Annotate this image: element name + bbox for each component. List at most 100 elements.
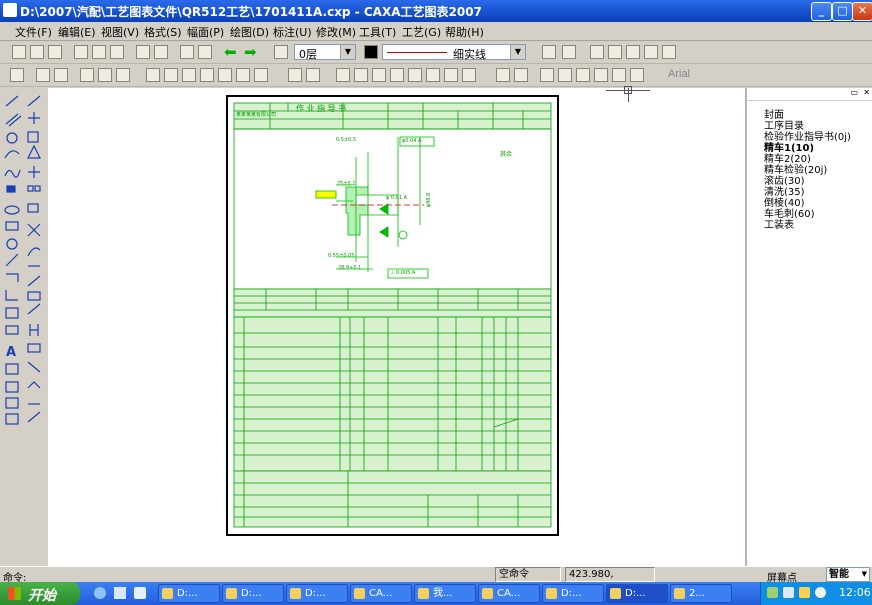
circle-pair-icon[interactable]: [218, 68, 232, 82]
redraw-icon[interactable]: [540, 68, 554, 82]
zoom-all-icon[interactable]: [630, 68, 644, 82]
view-icon[interactable]: [10, 68, 24, 82]
open-icon[interactable]: [30, 45, 44, 59]
quicklaunch-icon[interactable]: [134, 587, 146, 599]
tool-c-icon[interactable]: [626, 45, 640, 59]
curve-a-icon[interactable]: [146, 68, 160, 82]
snap-mode-select[interactable]: 智能 ▼: [826, 567, 870, 582]
layer-icon[interactable]: [274, 45, 288, 59]
new-icon[interactable]: [12, 45, 26, 59]
menu-draw[interactable]: 绘图(D): [230, 24, 269, 40]
ie-icon[interactable]: [94, 587, 106, 599]
frame-icon[interactable]: [36, 68, 50, 82]
menu-file[interactable]: 文件(F): [15, 24, 52, 40]
zoom-in-icon[interactable]: [594, 68, 608, 82]
angle-dim-icon[interactable]: [306, 68, 320, 82]
zoom-window-icon[interactable]: [576, 68, 590, 82]
tray-icon-3[interactable]: [799, 587, 810, 598]
left-toolbar: A: [0, 88, 49, 566]
menu-edit[interactable]: 编辑(E): [58, 24, 96, 40]
panel-float-icon[interactable]: ▭: [850, 88, 858, 97]
menu-process[interactable]: 工艺(G): [402, 24, 441, 40]
block-icon[interactable]: [254, 68, 268, 82]
tool-e-icon[interactable]: [662, 45, 676, 59]
maximize-button[interactable]: □: [832, 2, 853, 21]
task-5[interactable]: 我...: [414, 584, 476, 603]
task-7[interactable]: D:...: [542, 584, 604, 603]
back-arrow-icon[interactable]: ⬅: [224, 45, 237, 60]
cut-icon[interactable]: [74, 45, 88, 59]
caxa-icon: [482, 588, 493, 599]
label-icon[interactable]: [408, 68, 422, 82]
menu-annotate[interactable]: 标注(U): [273, 24, 312, 40]
tree-item-fixtures[interactable]: 工装表: [764, 216, 794, 231]
text-style-icon[interactable]: [198, 45, 212, 59]
pen-icon[interactable]: [180, 45, 194, 59]
curve-c-icon[interactable]: [182, 68, 196, 82]
process-sheet[interactable]: 作 业 指 导 书 某某某某有限公司 其余 0.5±0.5 φ0.04 A φ …: [226, 95, 559, 536]
menu-format[interactable]: 格式(S): [144, 24, 182, 40]
menu-sheet[interactable]: 幅面(P): [187, 24, 224, 40]
chevron-down-icon: ▼: [861, 570, 867, 578]
arrow-tool-icon[interactable]: [200, 68, 214, 82]
snap-icon[interactable]: [542, 45, 556, 59]
text-icon[interactable]: [80, 68, 94, 82]
svg-text:A: A: [6, 345, 16, 360]
menu-modify[interactable]: 修改(M): [316, 24, 356, 40]
roughness-icon[interactable]: [354, 68, 368, 82]
tool-a-icon[interactable]: [590, 45, 604, 59]
menu-bar: 文件(F) 编辑(E) 视图(V) 格式(S) 幅面(P) 绘图(D) 标注(U…: [0, 22, 872, 41]
pan-icon[interactable]: [558, 68, 572, 82]
copy-icon[interactable]: [92, 45, 106, 59]
ruler-icon[interactable]: [514, 68, 528, 82]
linetype-select[interactable]: 细实线 ▼: [382, 44, 526, 61]
close-button[interactable]: ✕: [852, 2, 872, 21]
table-icon[interactable]: [98, 68, 112, 82]
zoom-out-icon[interactable]: [612, 68, 626, 82]
hatch-icon[interactable]: [236, 68, 250, 82]
redo-icon[interactable]: [154, 45, 168, 59]
dim-5: 28.9+0.1: [338, 265, 362, 271]
datum-icon[interactable]: [372, 68, 386, 82]
paste-icon[interactable]: [110, 45, 124, 59]
task-8-active[interactable]: D:...: [606, 584, 668, 603]
forward-arrow-icon[interactable]: ➡: [244, 45, 257, 60]
menu-tools[interactable]: 工具(T): [359, 24, 396, 40]
task-4[interactable]: CA...: [350, 584, 412, 603]
layer-value: 0层: [299, 48, 317, 61]
image-icon[interactable]: [116, 68, 130, 82]
undo-icon[interactable]: [136, 45, 150, 59]
task-1[interactable]: D:...: [158, 584, 220, 603]
query-icon[interactable]: [462, 68, 476, 82]
font-name[interactable]: Arial: [668, 68, 690, 80]
start-button[interactable]: 开始: [0, 582, 80, 605]
measure-icon[interactable]: [496, 68, 510, 82]
tolerance-icon[interactable]: [336, 68, 350, 82]
menu-help[interactable]: 帮助(H): [445, 24, 484, 40]
weld-icon[interactable]: [390, 68, 404, 82]
close-icon[interactable]: ✕: [863, 88, 870, 97]
balloon-icon[interactable]: [426, 68, 440, 82]
curve-b-icon[interactable]: [164, 68, 178, 82]
task-2[interactable]: D:...: [222, 584, 284, 603]
save-icon[interactable]: [48, 45, 62, 59]
title-block-icon[interactable]: [54, 68, 68, 82]
task-3[interactable]: D:...: [286, 584, 348, 603]
clock[interactable]: 12:06: [839, 586, 871, 599]
drawing-canvas[interactable]: 作 业 指 导 书 某某某某有限公司 其余 0.5±0.5 φ0.04 A φ …: [48, 86, 745, 566]
format-painter-icon[interactable]: [562, 45, 576, 59]
color-icon[interactable]: [364, 45, 378, 59]
task-9[interactable]: 2...: [670, 584, 732, 603]
menu-view[interactable]: 视图(V): [101, 24, 139, 40]
tool-d-icon[interactable]: [644, 45, 658, 59]
tray-icon-2[interactable]: [783, 587, 794, 598]
layer-select[interactable]: 0层 ▼: [294, 44, 356, 61]
tool-b-icon[interactable]: [608, 45, 622, 59]
minimize-button[interactable]: _: [811, 2, 832, 21]
task-6[interactable]: CA...: [478, 584, 540, 603]
tray-icon-1[interactable]: [767, 587, 778, 598]
desktop-icon[interactable]: [114, 587, 126, 599]
tray-icon-4[interactable]: [815, 587, 826, 598]
mark-icon[interactable]: [444, 68, 458, 82]
dimension-icon[interactable]: [288, 68, 302, 82]
